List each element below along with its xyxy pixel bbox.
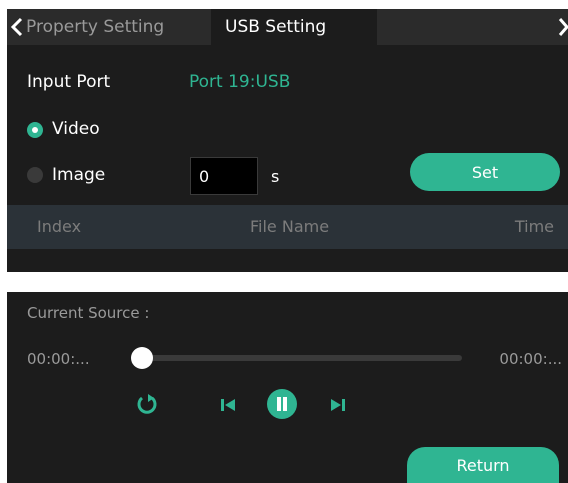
column-header-file-name[interactable]: File Name: [250, 205, 329, 249]
input-port-value: Port 19:USB: [189, 72, 291, 92]
tab-bar: Property Setting USB Setting: [7, 9, 568, 45]
tab-usb-setting[interactable]: USB Setting: [211, 9, 377, 45]
elapsed-time: 00:00:...: [27, 350, 90, 368]
skip-next-icon[interactable]: [329, 396, 347, 414]
column-header-index[interactable]: Index: [37, 205, 81, 249]
seconds-unit-label: s: [271, 167, 280, 186]
pause-icon: [277, 397, 287, 411]
pause-button[interactable]: [267, 389, 297, 419]
column-header-time[interactable]: Time: [515, 205, 554, 249]
tab-property-setting[interactable]: Property Setting: [26, 9, 212, 45]
input-port-label: Input Port: [27, 72, 111, 92]
usb-setting-panel: Property Setting USB Setting Input Port …: [7, 9, 568, 272]
file-table-header: Index File Name Time: [7, 205, 568, 249]
chevron-left-icon[interactable]: [9, 17, 25, 37]
progress-track[interactable]: [144, 355, 462, 361]
image-radio-label[interactable]: Image: [52, 165, 105, 185]
skip-previous-icon[interactable]: [219, 396, 237, 414]
image-duration-input[interactable]: [190, 157, 258, 195]
chevron-right-icon[interactable]: [558, 17, 568, 37]
video-radio-label[interactable]: Video: [52, 119, 100, 139]
player-panel: Current Source : 00:00:... 00:00:... Ret…: [7, 292, 568, 483]
set-button[interactable]: Set: [410, 153, 560, 191]
image-radio[interactable]: [27, 167, 43, 183]
loop-icon[interactable]: [135, 392, 159, 416]
total-time: 00:00:...: [499, 350, 562, 368]
return-button[interactable]: Return: [407, 447, 559, 483]
progress-thumb[interactable]: [131, 347, 153, 369]
current-source-label: Current Source :: [27, 304, 150, 322]
video-radio[interactable]: [27, 122, 43, 138]
